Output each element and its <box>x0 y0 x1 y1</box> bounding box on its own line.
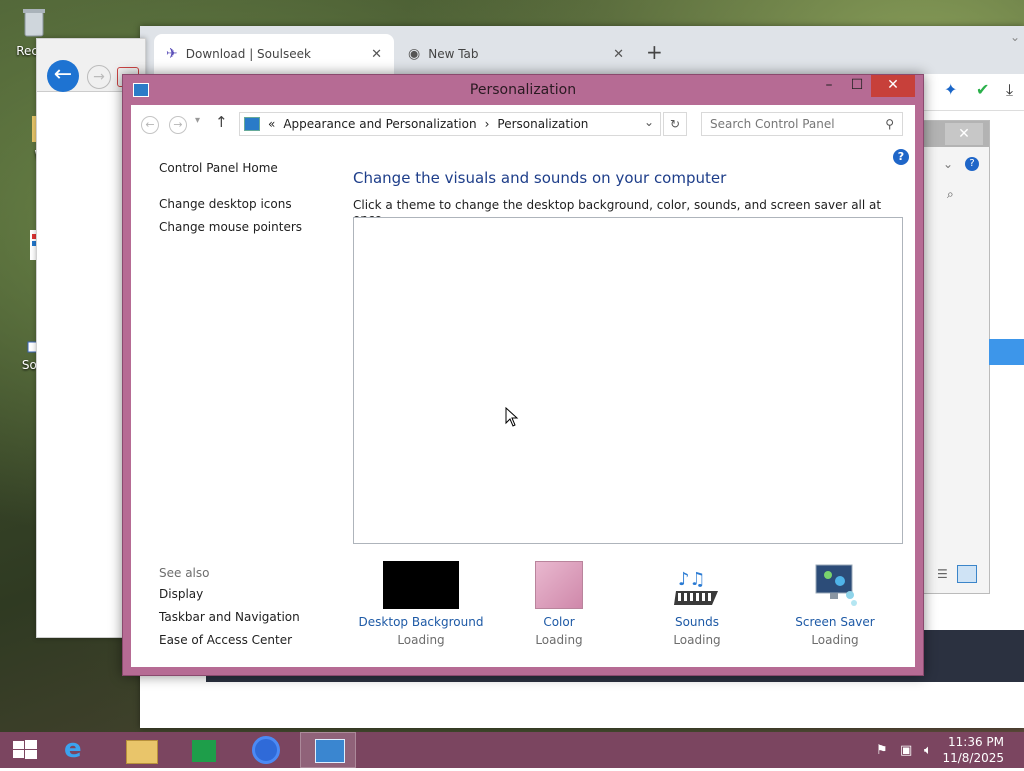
address-dropdown-chevron-icon[interactable]: ⌄ <box>644 115 654 129</box>
ease-of-access-center-link[interactable]: Ease of Access Center <box>159 633 292 647</box>
up-arrow-icon[interactable]: ↑ <box>215 113 228 131</box>
desktop-background-swatch <box>383 561 459 609</box>
tab-label: Download | Soulseek <box>185 47 311 61</box>
help-icon[interactable]: ? <box>965 157 979 171</box>
help-icon[interactable]: ? <box>893 149 909 165</box>
action-center-flag-icon[interactable]: ⚑ <box>876 743 888 758</box>
color-swatch <box>535 561 583 609</box>
start-button[interactable] <box>0 732 50 768</box>
download-icon[interactable]: ⤓ <box>1006 80 1013 100</box>
forward-arrow-icon[interactable]: → <box>169 116 187 134</box>
clock-time: 11:36 PM <box>948 735 1004 749</box>
window-title: Personalization <box>469 82 577 98</box>
close-icon[interactable]: ✕ <box>371 47 382 62</box>
control-panel-home-link[interactable]: Control Panel Home <box>159 161 278 175</box>
soulseek-favicon-icon: ✈ <box>166 46 178 62</box>
extension-icon[interactable]: ✔ <box>976 80 989 99</box>
minimize-button[interactable]: – <box>819 75 839 97</box>
tab-download-soulseek[interactable]: ✈ Download | Soulseek ✕ <box>154 34 394 74</box>
clock-date: 11/8/2025 <box>942 751 1004 765</box>
close-icon[interactable]: ✕ <box>613 47 624 62</box>
taskbar: e ⚑ ▣ 🔈︎ 11:36 PM 11/8/2025 <box>0 732 1024 768</box>
desktop-background-status: Loading <box>397 633 445 647</box>
change-mouse-pointers-link[interactable]: Change mouse pointers <box>159 220 302 234</box>
close-icon[interactable]: ✕ <box>945 123 983 145</box>
desktop-background-tile[interactable]: Desktop Background Loading <box>351 561 491 647</box>
background-window-titlebar: ✕ <box>917 121 989 147</box>
personalization-window: Personalization – ☐ ✕ ← → ▾ ↑ « Appearan… <box>122 74 924 676</box>
recycle-bin-icon <box>18 6 50 40</box>
sounds-icon: ♪♫ <box>672 561 722 609</box>
search-input[interactable]: Search Control Panel ⚲ <box>701 112 903 136</box>
browser-tabstrip: ✈ Download | Soulseek ✕ ◉ New Tab ✕ + ⌄ <box>140 26 1024 74</box>
color-tile[interactable]: Color Loading <box>489 561 629 647</box>
chevron-down-icon[interactable]: ⌄ <box>1010 30 1020 44</box>
control-panel-icon <box>244 117 260 131</box>
volume-muted-icon[interactable]: 🔈︎ <box>924 743 932 758</box>
sounds-status: Loading <box>673 633 721 647</box>
taskbar-clock[interactable]: 11:36 PM 11/8/2025 <box>942 734 1004 766</box>
search-placeholder: Search Control Panel <box>710 117 835 131</box>
search-icon: ⚲ <box>885 117 894 131</box>
back-arrow-icon[interactable]: ← <box>47 60 79 92</box>
screen-saver-status: Loading <box>811 633 859 647</box>
file-explorer-taskbar-icon[interactable] <box>114 732 170 768</box>
desktop-background-link[interactable]: Desktop Background <box>351 615 491 629</box>
color-link[interactable]: Color <box>489 615 629 629</box>
sounds-link[interactable]: Sounds <box>627 615 767 629</box>
maximize-button[interactable]: ☐ <box>847 75 867 97</box>
details-view-icon[interactable]: ☰ <box>937 567 948 581</box>
network-icon[interactable]: ▣ <box>900 743 912 758</box>
store-taskbar-icon[interactable] <box>176 732 232 768</box>
back-arrow-icon[interactable]: ← <box>141 116 159 134</box>
address-bar-row: ← → ▾ ↑ « Appearance and Personalization… <box>131 105 915 141</box>
search-icon[interactable]: ⌕ <box>947 187 954 202</box>
chrome-taskbar-icon[interactable] <box>238 732 294 768</box>
recent-locations-chevron-icon[interactable]: ▾ <box>195 115 200 126</box>
selected-row[interactable] <box>989 339 1024 365</box>
forward-arrow-icon[interactable]: → <box>87 65 111 89</box>
refresh-icon[interactable]: ↻ <box>663 112 687 136</box>
mouse-cursor-icon <box>505 406 519 430</box>
see-also-label: See also <box>159 566 210 580</box>
taskbar-and-navigation-link[interactable]: Taskbar and Navigation <box>159 610 300 624</box>
tab-new-tab[interactable]: ◉ New Tab ✕ <box>396 34 636 74</box>
theme-list[interactable] <box>353 217 903 544</box>
screen-saver-link[interactable]: Screen Saver <box>765 615 905 629</box>
extensions-icon[interactable]: ✦ <box>944 80 957 99</box>
breadcrumb-appearance-and-personalization[interactable]: Appearance and Personalization <box>283 117 476 131</box>
screen-saver-icon <box>810 561 860 609</box>
sounds-tile[interactable]: ♪♫ Sounds Loading <box>627 561 767 647</box>
large-icons-view-icon[interactable] <box>957 565 977 583</box>
tab-label: New Tab <box>428 47 479 61</box>
control-panel-taskbar-icon[interactable] <box>300 732 356 768</box>
page-heading: Change the visuals and sounds on your co… <box>353 169 727 187</box>
breadcrumb-personalization[interactable]: Personalization <box>497 117 588 131</box>
window-content: ? Control Panel Home Change desktop icon… <box>131 141 915 667</box>
display-link[interactable]: Display <box>159 587 203 601</box>
chevron-down-icon[interactable]: ⌄ <box>943 157 953 171</box>
screen-saver-tile[interactable]: Screen Saver Loading <box>765 561 905 647</box>
change-desktop-icons-link[interactable]: Change desktop icons <box>159 197 292 211</box>
breadcrumb-separator[interactable]: › <box>485 117 490 131</box>
background-window-right: ✕ ⌄ ? ⌕ ☰ <box>916 120 1024 594</box>
svg-text:♪♫: ♪♫ <box>678 569 706 590</box>
color-status: Loading <box>535 633 583 647</box>
address-breadcrumb[interactable]: « Appearance and Personalization › Perso… <box>239 112 661 136</box>
internet-explorer-taskbar-icon[interactable]: e <box>52 732 108 768</box>
new-tab-button[interactable]: + <box>646 40 663 64</box>
close-button[interactable]: ✕ <box>871 75 915 97</box>
window-titlebar[interactable]: Personalization – ☐ ✕ <box>123 75 923 105</box>
chrome-favicon-icon: ◉ <box>408 46 421 62</box>
breadcrumb-prefix[interactable]: « <box>268 117 275 131</box>
